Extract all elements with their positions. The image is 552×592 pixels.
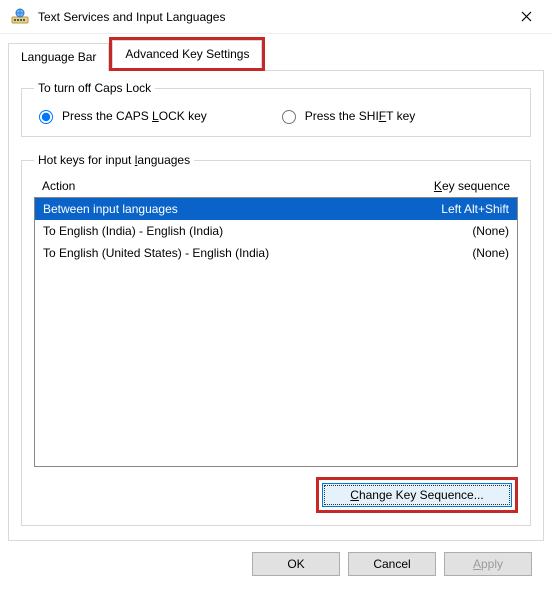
- capslock-legend: To turn off Caps Lock: [34, 81, 155, 95]
- change-key-sequence-button[interactable]: Change Key Sequence...: [322, 483, 512, 507]
- list-item[interactable]: To English (United States) - English (In…: [35, 242, 517, 264]
- hotkeys-header: Action Key sequence: [34, 177, 518, 197]
- change-key-row: Change Key Sequence...: [34, 477, 518, 513]
- hotkeys-list[interactable]: Between input languages Left Alt+Shift T…: [34, 197, 518, 467]
- capslock-group: To turn off Caps Lock Press the CAPS LOC…: [21, 81, 531, 137]
- cancel-button[interactable]: Cancel: [348, 552, 436, 576]
- list-action: To English (United States) - English (In…: [43, 245, 269, 261]
- close-icon: [521, 11, 532, 22]
- tab-advanced-key-settings[interactable]: Advanced Key Settings: [112, 40, 262, 68]
- radio-press-capslock-input[interactable]: [39, 110, 53, 124]
- header-action: Action: [42, 179, 75, 193]
- list-keyseq: (None): [472, 245, 509, 261]
- tab-strip: Language Bar Advanced Key Settings: [8, 40, 544, 70]
- titlebar: Text Services and Input Languages: [0, 0, 552, 34]
- capslock-radio-row: Press the CAPS LOCK key Press the SHIFT …: [34, 105, 518, 124]
- hotkeys-group: Hot keys for input languages Action Key …: [21, 153, 531, 526]
- list-keyseq: (None): [472, 223, 509, 239]
- tab-label: Advanced Key Settings: [125, 47, 249, 61]
- close-button[interactable]: [504, 2, 548, 32]
- input-languages-icon: [10, 7, 30, 27]
- header-key-sequence: Key sequence: [434, 179, 510, 193]
- radio-press-shift[interactable]: Press the SHIFT key: [277, 107, 416, 124]
- radio-label: Press the CAPS LOCK key: [62, 109, 207, 123]
- dialog-buttons: OK Cancel Apply: [8, 541, 544, 584]
- window-title: Text Services and Input Languages: [38, 10, 504, 24]
- tab-language-bar[interactable]: Language Bar: [8, 43, 109, 71]
- list-action: Between input languages: [43, 201, 178, 217]
- client-area: Language Bar Advanced Key Settings To tu…: [0, 34, 552, 592]
- tab-highlight: Advanced Key Settings: [109, 37, 265, 71]
- button-highlight: Change Key Sequence...: [316, 477, 518, 513]
- list-keyseq: Left Alt+Shift: [441, 201, 509, 217]
- list-item[interactable]: Between input languages Left Alt+Shift: [35, 198, 517, 220]
- radio-press-shift-input[interactable]: [282, 110, 296, 124]
- apply-button[interactable]: Apply: [444, 552, 532, 576]
- list-item[interactable]: To English (India) - English (India) (No…: [35, 220, 517, 242]
- radio-press-capslock[interactable]: Press the CAPS LOCK key: [34, 107, 207, 124]
- hotkeys-legend: Hot keys for input languages: [34, 153, 194, 167]
- list-action: To English (India) - English (India): [43, 223, 223, 239]
- radio-label: Press the SHIFT key: [305, 109, 416, 123]
- tab-label: Language Bar: [21, 50, 96, 64]
- dialog-window: Text Services and Input Languages Langua…: [0, 0, 552, 592]
- ok-button[interactable]: OK: [252, 552, 340, 576]
- tab-panel-advanced: To turn off Caps Lock Press the CAPS LOC…: [8, 70, 544, 541]
